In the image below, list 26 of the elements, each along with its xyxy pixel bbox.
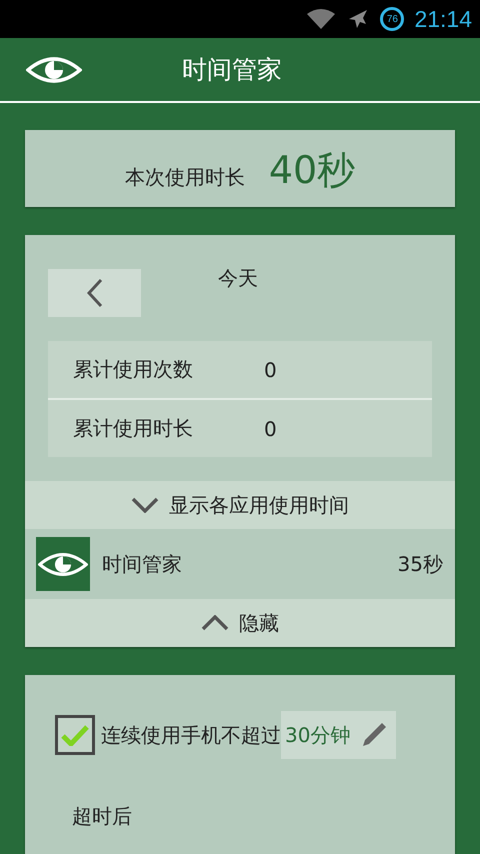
after-timeout-label: 超时后 xyxy=(72,803,133,830)
app-usage-time: 35秒 xyxy=(398,550,443,578)
previous-day-button[interactable] xyxy=(48,269,141,317)
clock: 21:14 xyxy=(414,6,472,32)
chevron-down-icon xyxy=(131,497,159,513)
pencil-icon xyxy=(360,721,388,749)
day-label: 今天 xyxy=(218,264,258,292)
stat-label: 累计使用时长 xyxy=(73,415,194,442)
session-duration: 40秒 xyxy=(268,147,356,194)
checkmark-icon xyxy=(61,724,89,746)
limit-label: 连续使用手机不超过 xyxy=(101,722,281,748)
session-label: 本次使用时长 xyxy=(124,164,245,191)
eye-logo-icon xyxy=(26,56,82,84)
app-name: 时间管家 xyxy=(102,550,183,578)
hide-button[interactable]: 隐藏 xyxy=(25,599,455,647)
chevron-up-icon xyxy=(201,615,229,631)
wifi-icon xyxy=(306,8,336,30)
battery-indicator: 76 xyxy=(380,7,404,31)
stat-value: 0 xyxy=(264,358,277,382)
limit-duration-button[interactable]: 30分钟 xyxy=(281,711,396,759)
stat-value: 0 xyxy=(264,416,277,440)
show-app-usage-button[interactable]: 显示各应用使用时间 xyxy=(25,481,455,529)
back-chevron-icon xyxy=(86,278,102,308)
app-title: 时间管家 xyxy=(182,54,282,86)
stat-label: 累计使用次数 xyxy=(73,356,194,383)
limit-checkbox[interactable] xyxy=(55,715,95,755)
